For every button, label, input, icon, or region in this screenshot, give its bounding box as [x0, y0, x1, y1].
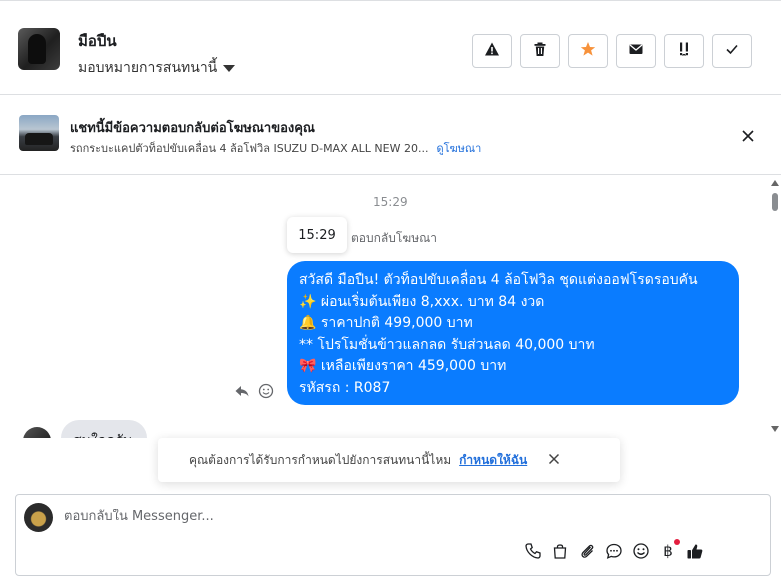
outgoing-message-bubble[interactable]: สวัสดี มือปืน! ตัวท็อปขับเคลื่อน 4 ล้อโฟ… [287, 261, 739, 405]
close-icon[interactable] [547, 452, 563, 468]
reply-composer: ฿ [15, 494, 771, 576]
conversation-header: มือปืน มอบหมายการสนทนานี้ [0, 0, 781, 95]
avatar[interactable] [18, 28, 60, 70]
paperclip-icon[interactable] [578, 542, 596, 560]
chat-bubble-icon[interactable] [605, 542, 623, 560]
spam-icon [676, 41, 692, 61]
assign-to-me-link[interactable]: กำหนดให้ฉัน [459, 451, 527, 470]
ad-reply-label: ตอบกลับโฆษณา [351, 231, 437, 245]
assign-reminder-toast: คุณต้องการได้รับการกำหนดไปยังการสนทนานี้… [158, 438, 620, 482]
react-emoji-icon[interactable] [258, 383, 274, 399]
check-icon [724, 41, 740, 61]
mail-icon [628, 41, 644, 61]
mark-unread-button[interactable] [616, 34, 656, 68]
page-avatar [24, 503, 53, 532]
close-banner-button[interactable] [738, 127, 758, 147]
mark-done-button[interactable] [712, 34, 752, 68]
ad-description: รถกระบะแคปตัวท็อปขับเคลื่อน 4 ล้อโฟวิล I… [70, 142, 429, 155]
bag-icon[interactable] [551, 542, 569, 560]
thumbs-up-icon[interactable] [686, 542, 704, 560]
notification-dot [674, 539, 680, 545]
timestamp-divider: 15:29 [373, 195, 408, 209]
message-actions [234, 383, 274, 399]
view-ad-link[interactable]: ดูโฆษณา [436, 139, 481, 157]
alert-icon [484, 41, 500, 61]
incoming-message-bubble[interactable]: สนใจครับ [61, 420, 147, 438]
message-line: ** โปรโมชั่นข้าวแลกลด รับส่วนลด 40,000 บ… [299, 336, 595, 353]
message-thread[interactable]: 15:29 15:29 ตอบกลับโฆษณา สวัสดี มือปืน! … [0, 176, 781, 438]
alert-button[interactable] [472, 34, 512, 68]
message-line: 🔔 ราคาปกติ 499,000 บาท [299, 315, 473, 331]
composer-toolbar: ฿ [524, 539, 704, 560]
reply-input[interactable] [64, 509, 744, 524]
message-line: 🎀 เหลือเพียงราคา 459,000 บาท [299, 358, 507, 374]
ad-banner-title: แชทนี้มีข้อความตอบกลับต่อโฆษณาของคุณ [70, 121, 315, 136]
ad-reply-banner: แชทนี้มีข้อความตอบกลับต่อโฆษณาของคุณ รถก… [0, 96, 781, 175]
close-icon [741, 128, 755, 147]
scroll-down-arrow-icon[interactable] [771, 426, 779, 432]
spam-button[interactable] [664, 34, 704, 68]
message-line: ✨ ผ่อนเริ่มต้นเพียง 8,xxx. บาท 84 งวด [299, 293, 545, 310]
emoji-icon[interactable] [632, 542, 650, 560]
sender-avatar[interactable] [23, 427, 51, 438]
phone-icon[interactable] [524, 542, 542, 560]
reply-icon[interactable] [234, 383, 250, 399]
scroll-up-arrow-icon[interactable] [771, 180, 779, 186]
scroll-thumb[interactable] [772, 193, 778, 211]
ad-banner-subtitle: รถกระบะแคปตัวท็อปขับเคลื่อน 4 ล้อโฟวิล I… [70, 139, 481, 157]
star-icon [580, 41, 596, 61]
svg-text:฿: ฿ [663, 542, 673, 560]
star-button[interactable] [568, 34, 608, 68]
toast-text: คุณต้องการได้รับการกำหนดไปยังการสนทนานี้… [189, 452, 452, 467]
trash-icon [532, 41, 548, 61]
message-line: รหัสรถ : R087 [299, 379, 391, 396]
baht-icon[interactable]: ฿ [659, 539, 680, 560]
delete-button[interactable] [520, 34, 560, 68]
contact-name[interactable]: มือปืน [78, 29, 117, 53]
thread-scrollbar[interactable] [769, 176, 781, 438]
assign-conversation-dropdown[interactable]: มอบหมายการสนทนานี้ [78, 57, 236, 79]
caret-down-icon [223, 64, 236, 72]
message-line: สวัสดี มือปืน! ตัวท็อปขับเคลื่อน 4 ล้อโฟ… [299, 272, 698, 288]
timestamp-tooltip: 15:29 [287, 217, 347, 253]
messenger-conversation-panel: มือปืน มอบหมายการสนทนานี้ แชทนี้มีข้อควา… [0, 0, 781, 587]
ad-thumbnail[interactable] [19, 115, 59, 151]
assign-label: มอบหมายการสนทนานี้ [78, 60, 218, 76]
